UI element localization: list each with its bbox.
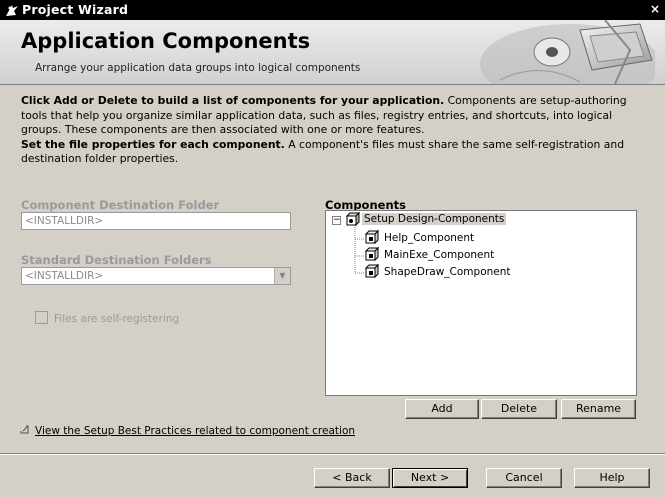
header-banner: Application Components Arrange your appl… [0,20,665,85]
rename-button[interactable]: Rename [561,399,636,419]
instructions: Click Add or Delete to build a list of c… [21,94,641,167]
next-button[interactable]: Next > [392,468,468,488]
component-icon [364,229,380,245]
page-subtitle: Arrange your application data groups int… [35,62,361,74]
close-icon[interactable]: × [648,2,662,16]
standard-destination-label: Standard Destination Folders [21,253,212,267]
standard-destination-value: <INSTALLDIR> [25,270,104,282]
title-bar: Project Wizard × [0,0,665,20]
tree-item-shapedraw-component[interactable]: ShapeDraw_Component [384,266,511,278]
delete-button[interactable]: Delete [481,399,557,419]
link-arrow-icon [20,425,29,434]
back-button[interactable]: < Back [314,468,390,488]
component-icon [364,263,380,279]
collapse-icon[interactable]: − [332,216,341,225]
wizard-app-icon [6,5,18,16]
instruction-heading-1: Click Add or Delete to build a list of c… [21,94,445,107]
tree-root[interactable]: Setup Design-Components [362,213,507,225]
standard-destination-select: <INSTALLDIR> ▼ [21,267,291,285]
footer-divider [0,453,665,455]
chevron-down-icon: ▼ [274,268,290,284]
components-tree[interactable]: − Setup Design-Components Help_Component… [325,210,637,396]
cancel-button[interactable]: Cancel [486,468,562,488]
best-practices-link[interactable]: View the Setup Best Practices related to… [35,425,355,437]
tree-item-mainexe-component[interactable]: MainExe_Component [384,249,494,261]
tree-lines [354,225,364,274]
self-registering-checkbox: Files are self-registering [35,311,179,325]
help-button[interactable]: Help [574,468,650,488]
component-destination-label: Component Destination Folder [21,198,220,212]
self-registering-label: Files are self-registering [54,313,180,325]
page-title: Application Components [21,29,311,53]
banner-graphic [480,20,655,84]
add-button[interactable]: Add [405,399,479,419]
checkbox-icon [35,311,48,324]
instruction-heading-2: Set the file properties for each compone… [21,137,285,151]
component-icon [364,246,380,262]
best-practices-row: View the Setup Best Practices related to… [20,425,355,437]
window-title: Project Wizard [22,2,129,17]
component-destination-field: <INSTALLDIR> [21,212,291,230]
tree-item-help-component[interactable]: Help_Component [384,232,474,244]
tree-root-label: Setup Design-Components [362,213,507,225]
